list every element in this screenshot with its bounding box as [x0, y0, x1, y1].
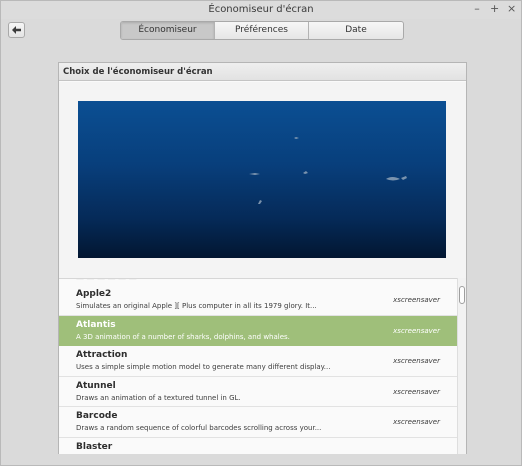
- item-source: xscreensaver: [393, 357, 440, 365]
- item-name: Atunnel: [76, 380, 116, 391]
- panel-title: Choix de l'économiseur d'écran: [59, 63, 466, 81]
- item-source: xscreensaver: [393, 296, 440, 304]
- shark-shape: [401, 176, 407, 180]
- screensaver-list[interactable]: — — — — — — Apple2 Simulates an original…: [59, 278, 457, 454]
- titlebar[interactable]: Économiseur d'écran – + ×: [1, 1, 521, 19]
- item-name: Attraction: [76, 350, 128, 360]
- preview-area: [59, 82, 466, 278]
- back-button[interactable]: [8, 22, 25, 38]
- item-description: Uses a simple simple motion model to gen…: [76, 363, 331, 371]
- tab-preferences[interactable]: Préférences: [215, 22, 309, 39]
- maximize-button[interactable]: +: [490, 3, 499, 15]
- tab-date[interactable]: Date: [309, 22, 403, 39]
- list-item[interactable]: Blaster: [59, 437, 457, 454]
- dolphin-shape: [303, 171, 308, 174]
- list-item[interactable]: Atunnel Draws an animation of a textured…: [59, 376, 457, 407]
- screensaver-preview: [78, 101, 446, 258]
- shark-shape: [258, 200, 262, 204]
- item-name: Apple2: [76, 289, 112, 299]
- screensaver-panel: Choix de l'économiseur d'écran — — —: [58, 62, 467, 454]
- shark-shape: [249, 173, 260, 175]
- item-description: Simulates an original Apple ][ Plus comp…: [76, 302, 317, 310]
- partial-row-text: — — — — — —: [59, 279, 457, 283]
- item-name: Barcode: [76, 411, 118, 421]
- scroll-thumb[interactable]: [459, 286, 465, 304]
- list-item[interactable]: Barcode Draws a random sequence of color…: [59, 407, 457, 438]
- window-controls: – + ×: [473, 3, 516, 15]
- list-item[interactable]: Attraction Uses a simple simple motion m…: [59, 346, 457, 377]
- item-description: Draws an animation of a textured tunnel …: [76, 393, 241, 402]
- atlantis-scene: [249, 137, 407, 204]
- list-scrollbar[interactable]: [457, 278, 466, 454]
- screensaver-window: Économiseur d'écran – + × Économiseur d'…: [0, 0, 522, 466]
- item-name: Atlantis: [76, 319, 116, 330]
- item-description: A 3D animation of a number of sharks, do…: [76, 332, 290, 341]
- list-item-selected[interactable]: Atlantis A 3D animation of a number of s…: [59, 315, 457, 346]
- arrow-left-icon: [12, 26, 21, 34]
- shark-shape: [294, 137, 299, 139]
- tab-screensaver[interactable]: Économiseur d'écran: [121, 22, 215, 39]
- item-name: Blaster: [76, 441, 113, 452]
- item-description: Draws a random sequence of colorful barc…: [76, 424, 322, 432]
- window-title: Économiseur d'écran: [208, 4, 314, 15]
- list-item[interactable]: Apple2 Simulates an original Apple ][ Pl…: [59, 285, 457, 316]
- whale-shape: [386, 177, 400, 181]
- item-source: xscreensaver: [393, 418, 440, 426]
- toolbar: Économiseur d'écran Préférences Date: [1, 19, 521, 43]
- item-source: xscreensaver: [393, 387, 440, 396]
- tab-bar: Économiseur d'écran Préférences Date: [120, 21, 404, 40]
- item-source: xscreensaver: [393, 326, 440, 335]
- close-button[interactable]: ×: [507, 3, 516, 15]
- minimize-button[interactable]: –: [473, 3, 481, 15]
